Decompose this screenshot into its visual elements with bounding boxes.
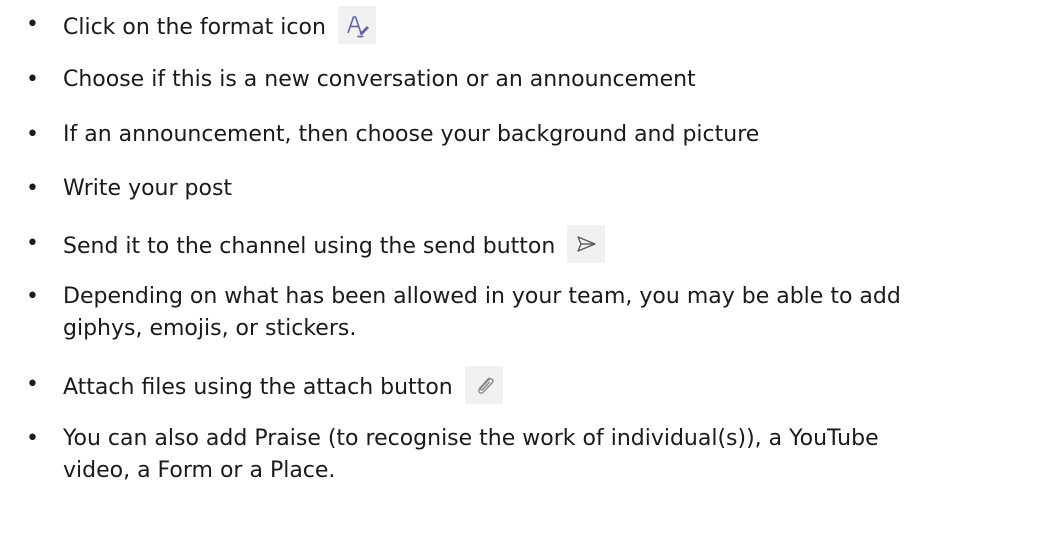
list-item-label: Write your post: [63, 176, 233, 201]
bullet: •: [26, 231, 39, 256]
format-icon: [337, 6, 376, 44]
send-icon: [567, 225, 606, 263]
list-item-line: You can also add Praise (to recognise th…: [63, 426, 879, 451]
list-item-text: Depending on what has been allowed in yo…: [63, 281, 1043, 345]
bullet: •: [26, 12, 39, 37]
list-item-line: video, a Form or a Place.: [63, 458, 336, 483]
list-item-text: You can also add Praise (to recognise th…: [63, 423, 1043, 487]
list-item-label: Choose if this is a new conversation or …: [63, 67, 696, 92]
attach-icon: [464, 366, 503, 404]
list-item-label: Attach files using the attach button: [63, 375, 453, 400]
list-item-text: Attach files using the attach button: [63, 366, 1043, 407]
bullet: •: [26, 67, 39, 92]
instruction-list: • Click on the format icon • Choose if t…: [0, 0, 1048, 535]
list-item-line: Depending on what has been allowed in yo…: [63, 284, 901, 309]
list-item-label: Click on the format icon: [63, 15, 326, 40]
list-item-label: Send it to the channel using the send bu…: [63, 234, 556, 259]
list-item-label: If an announcement, then choose your bac…: [63, 122, 760, 147]
bullet: •: [26, 284, 39, 309]
bullet: •: [26, 122, 39, 147]
list-item-text: Click on the format icon: [63, 6, 1043, 47]
bullet: •: [26, 426, 39, 451]
list-item-text: Send it to the channel using the send bu…: [63, 225, 1043, 266]
list-item-line: giphys, emojis, or stickers.: [63, 316, 357, 341]
bullet: •: [26, 372, 39, 397]
bullet: •: [26, 176, 39, 201]
